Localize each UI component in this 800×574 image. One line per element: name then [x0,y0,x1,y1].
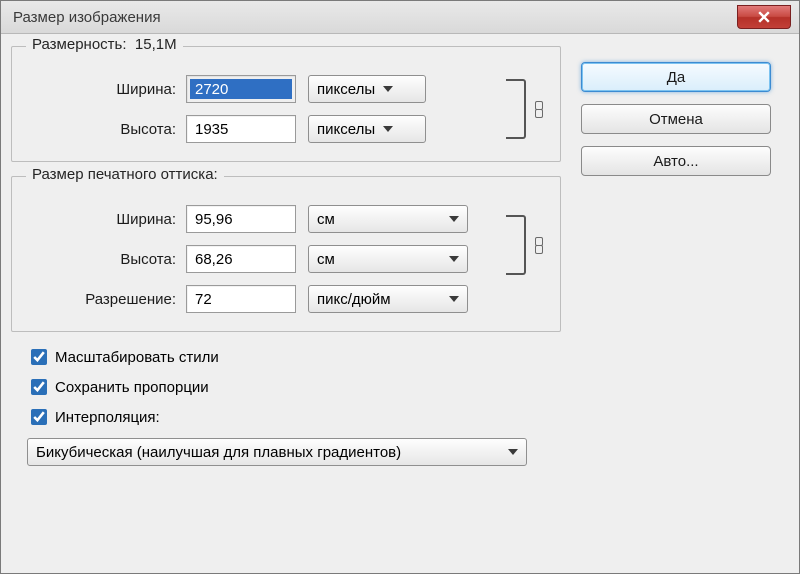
resolution-unit-value: пикс/дюйм [317,291,391,308]
pixel-height-unit-value: пикселы [317,121,375,138]
pixel-dimensions-legend: Размерность: 15,1M [26,36,183,53]
chevron-down-icon [508,449,518,455]
doc-width-unit-value: см [317,211,335,228]
close-icon [758,11,770,23]
doc-height-unit-value: см [317,251,335,268]
doc-width-unit-dropdown[interactable]: см [308,205,468,233]
bracket-icon [506,79,526,139]
resolution-input[interactable] [186,285,296,313]
constrain-proportions-label: Сохранить пропорции [55,379,209,396]
dialog-body: Размерность: 15,1M Ширина: [1,34,799,476]
pixel-width-unit-dropdown[interactable]: пикселы [308,75,426,103]
resolution-label: Разрешение: [26,291,186,308]
image-size-dialog: Размер изображения Размерность: 15,1M Ши… [0,0,800,574]
pixel-height-input[interactable] [186,115,296,143]
close-button[interactable] [737,5,791,29]
cancel-button[interactable]: Отмена [581,104,771,134]
pixel-width-input[interactable] [186,75,296,103]
constrain-proportions-checkbox[interactable]: Сохранить пропорции [27,376,561,398]
pixel-height-unit-dropdown[interactable]: пикселы [308,115,426,143]
doc-height-label: Высота: [26,251,186,268]
pixel-dimensions-group: Размерность: 15,1M Ширина: [11,46,561,162]
bracket-icon [506,215,526,275]
chevron-down-icon [449,256,459,262]
interpolation-method-value: Бикубическая (наилучшая для плавных град… [36,444,401,461]
resample-input[interactable] [31,409,47,425]
scale-styles-checkbox[interactable]: Масштабировать стили [27,346,561,368]
doc-width-input[interactable] [186,205,296,233]
scale-styles-label: Масштабировать стили [55,349,219,366]
doc-height-input[interactable] [186,245,296,273]
interpolation-method-dropdown[interactable]: Бикубическая (наилучшая для плавных град… [27,438,527,466]
doc-height-row: Высота: см [26,245,506,273]
pixel-height-row: Высота: пикселы [26,115,506,143]
resolution-unit-dropdown[interactable]: пикс/дюйм [308,285,468,313]
chevron-down-icon [383,86,393,92]
dimensions-label: Размерность: [32,36,127,53]
constrain-proportions-input[interactable] [31,379,47,395]
doc-width-row: Ширина: см [26,205,506,233]
pixel-height-label: Высота: [26,121,186,138]
doc-width-label: Ширина: [26,211,186,228]
pixel-width-label: Ширина: [26,81,186,98]
resample-label: Интерполяция: [55,409,160,426]
auto-button[interactable]: Авто... [581,146,771,176]
pixel-width-row: Ширина: пикселы [26,75,506,103]
scale-styles-input[interactable] [31,349,47,365]
pixel-width-unit-value: пикселы [317,81,375,98]
right-column: Да Отмена Авто... [581,46,771,466]
window-title: Размер изображения [13,9,161,26]
ok-button[interactable]: Да [581,62,771,92]
document-size-legend: Размер печатного оттиска: [26,166,224,183]
document-size-group: Размер печатного оттиска: Ширина: см [11,176,561,332]
pixel-link-indicator [506,75,546,143]
titlebar: Размер изображения [1,1,799,34]
chain-icon [532,100,546,118]
dimensions-size: 15,1M [135,36,177,53]
chevron-down-icon [383,126,393,132]
resample-checkbox[interactable]: Интерполяция: [27,406,561,428]
resolution-row: Разрешение: пикс/дюйм [26,285,546,313]
chevron-down-icon [449,296,459,302]
doc-height-unit-dropdown[interactable]: см [308,245,468,273]
doc-link-indicator [506,205,546,285]
chevron-down-icon [449,216,459,222]
left-column: Размерность: 15,1M Ширина: [11,46,561,466]
chain-icon [532,236,546,254]
